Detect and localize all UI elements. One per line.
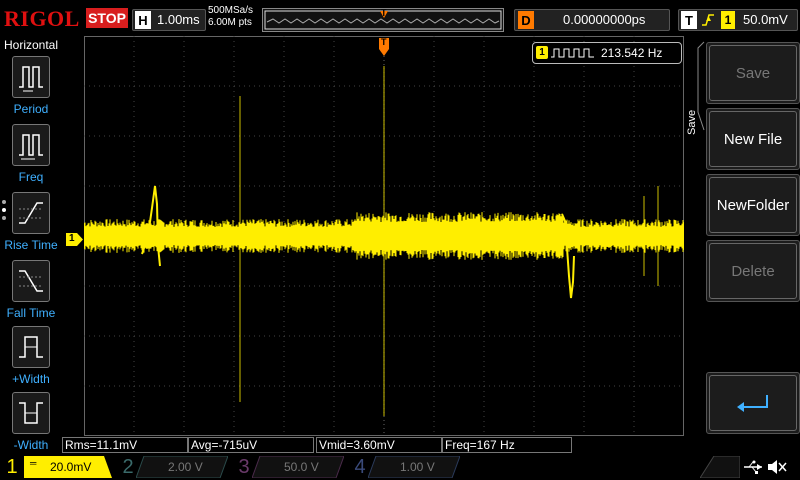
channel1-scale: 20.0mV	[50, 460, 92, 474]
channel4-scale: 1.00 V	[400, 460, 435, 474]
square-wave-icon	[551, 48, 594, 58]
rising-edge-icon	[702, 14, 714, 26]
run-stop-button[interactable]: STOP	[86, 8, 128, 28]
sample-rate: 500MSa/s	[208, 5, 254, 16]
trigger-position-marker[interactable]: T	[378, 37, 390, 58]
channel1-offset-label: 1	[69, 233, 75, 244]
measure-negative-width-label: -Width	[13, 438, 49, 452]
frequency-counter-channel: 1	[536, 46, 548, 59]
freq-icon	[12, 124, 50, 166]
graticule	[83, 36, 685, 436]
usb-icon	[744, 460, 762, 474]
top-status-bar: RIGOL STOP H 1.00ms 500MSa/s 6.00M pts T…	[0, 0, 800, 36]
new-file-button[interactable]: New File	[706, 108, 800, 170]
delay-value: 0.00000000ps	[563, 12, 646, 27]
measure-negative-width[interactable]: -Width	[0, 392, 62, 458]
delete-button[interactable]: Delete	[706, 240, 800, 302]
new-folder-button-label: NewFolder	[709, 177, 797, 233]
channel3-scale: 50.0 V	[284, 460, 319, 474]
memory-position-bar[interactable]: T	[262, 8, 504, 32]
measure-positive-width[interactable]: +Width	[0, 326, 62, 392]
frequency-counter: 1 213.542 Hz	[532, 42, 682, 64]
measure-period-label: Period	[13, 102, 49, 116]
channel-status-bar: 1 ═ 20.0mV 2 2.00 V 3 50.0 V 4 1.00 V	[0, 454, 800, 480]
negative-width-icon	[12, 392, 50, 434]
trigger-position-label: T	[381, 37, 387, 47]
speaker-muted-icon[interactable]	[766, 458, 788, 476]
dc-coupling-icon: ═	[30, 458, 37, 468]
memory-trigger-marker: T	[381, 8, 387, 18]
period-icon	[12, 56, 50, 98]
trigger-settings[interactable]: T 1 50.0mV	[678, 9, 798, 31]
channel1-number: 1	[6, 456, 18, 478]
memory-depth: 6.00M pts	[208, 17, 252, 28]
horizontal-delay[interactable]: D 0.00000000ps	[514, 9, 670, 31]
channel4-status[interactable]: 4 1.00 V	[348, 454, 460, 480]
trigger-letter: T	[681, 11, 697, 29]
channel2-status[interactable]: 2 2.00 V	[116, 454, 228, 480]
measurement-vmid[interactable]: Vmid=3.60mV	[316, 437, 442, 453]
fall-time-icon	[12, 260, 50, 302]
measurement-freq[interactable]: Freq=167 Hz	[442, 437, 572, 453]
measurement-results: Rms=11.1mV Avg=-715uV Vmid=3.60mV Freq=1…	[62, 437, 572, 453]
save-menu: Save Save New File NewFolder Delete	[686, 36, 800, 454]
trigger-level: 50.0mV	[743, 12, 788, 27]
measure-freq-label: Freq	[18, 170, 44, 184]
horizontal-timebase[interactable]: H 1.00ms	[132, 9, 206, 31]
channel3-status[interactable]: 3 50.0 V	[232, 454, 344, 480]
rigol-logo: RIGOL	[4, 6, 80, 31]
new-folder-button[interactable]: NewFolder	[706, 174, 800, 236]
horizontal-measure-menu: Horizontal Period Freq Rise Time Fall Ti…	[0, 36, 62, 454]
new-file-button-label: New File	[709, 111, 797, 167]
menu-bracket	[697, 41, 705, 131]
measurement-avg[interactable]: Avg=-715uV	[188, 437, 314, 453]
measurement-rms[interactable]: Rms=11.1mV	[62, 437, 188, 453]
menu-title: Horizontal	[3, 38, 59, 52]
positive-width-icon	[12, 326, 50, 368]
measure-freq[interactable]: Freq	[0, 124, 62, 190]
delete-button-label: Delete	[709, 243, 797, 299]
timebase-value: 1.00ms	[157, 12, 200, 27]
channel1-status[interactable]: 1 ═ 20.0mV	[0, 454, 112, 480]
status-tab-shape	[700, 456, 740, 478]
trigger-source-badge: 1	[721, 11, 735, 29]
measure-fall-time-label: Fall Time	[6, 306, 56, 320]
enter-icon	[709, 375, 797, 431]
channel1-offset-marker[interactable]: 1	[66, 233, 84, 246]
measure-period[interactable]: Period	[0, 56, 62, 122]
frequency-counter-value: 213.542 Hz	[601, 46, 663, 60]
measure-rise-time-label: Rise Time	[4, 238, 58, 252]
save-button-label: Save	[709, 45, 797, 101]
measure-rise-time[interactable]: Rise Time	[0, 192, 62, 258]
enter-button[interactable]	[706, 372, 800, 434]
delay-letter: D	[518, 11, 534, 29]
save-button[interactable]: Save	[706, 42, 800, 104]
measure-positive-width-label: +Width	[12, 372, 50, 386]
waveform-display[interactable]	[83, 36, 685, 436]
rise-time-icon	[12, 192, 50, 234]
horizontal-letter: H	[135, 11, 151, 29]
measure-fall-time[interactable]: Fall Time	[0, 260, 62, 326]
channel2-scale: 2.00 V	[168, 460, 203, 474]
